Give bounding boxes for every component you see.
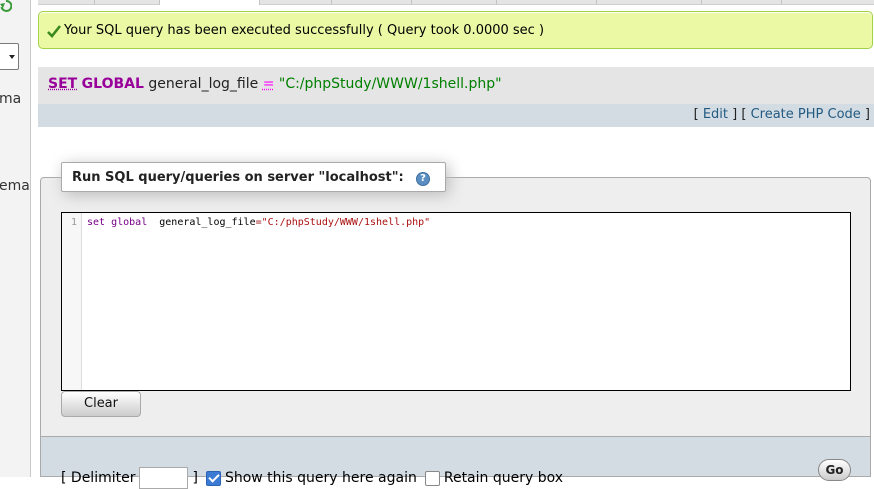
- code-string: "C:/phpStudy/WWW/1shell.php": [261, 217, 431, 228]
- delimiter-input[interactable]: [139, 467, 189, 489]
- delimiter-label: [ Delimiter: [61, 470, 136, 486]
- executed-sql: SET GLOBAL general_log_file = "C:/phpStu…: [38, 67, 874, 104]
- top-tab-strip: [38, 0, 874, 5]
- sql-actions-bar: [ Edit ] [ Create PHP Code ]: [38, 104, 874, 127]
- code-line[interactable]: set global general_log_file="C:/phpStudy…: [87, 217, 430, 228]
- sql-operator[interactable]: =: [263, 76, 275, 92]
- tab[interactable]: [38, 0, 95, 5]
- reload-icon[interactable]: [0, 0, 12, 12]
- help-icon[interactable]: ?: [416, 172, 430, 186]
- database-select[interactable]: [0, 43, 19, 70]
- line-number-gutter: 1: [62, 213, 82, 390]
- bracket: [: [693, 107, 699, 122]
- navigation-panel: ma ema: [0, 0, 31, 477]
- success-message: Your SQL query has been executed success…: [38, 11, 873, 49]
- tab[interactable]: [260, 0, 332, 5]
- nav-item-text[interactable]: ema: [0, 178, 30, 194]
- clear-button[interactable]: Clear: [61, 391, 141, 417]
- create-php-code-link[interactable]: Create PHP Code: [751, 107, 861, 122]
- options-row: [ Delimiter] Show this query here again Re…: [61, 467, 563, 489]
- tab-active[interactable]: [160, 0, 260, 5]
- tab[interactable]: [412, 0, 497, 5]
- query-options-bar: [ Delimiter] Show this query here again Re…: [40, 436, 871, 489]
- tab[interactable]: [702, 0, 782, 5]
- go-button[interactable]: Go: [818, 459, 851, 481]
- checkmark-icon: [47, 25, 62, 38]
- bracket: ]: [864, 107, 870, 122]
- query-panel-legend: Run SQL query/queries on server "localho…: [61, 162, 446, 192]
- edit-link[interactable]: Edit: [703, 107, 728, 122]
- chevron-down-icon: [9, 55, 15, 59]
- nav-item-text[interactable]: ma: [0, 91, 21, 107]
- retain-query-box-checkbox[interactable]: [424, 470, 440, 486]
- legend-text: Run SQL query/queries on server "localho…: [72, 170, 404, 185]
- show-again-checkbox[interactable]: [205, 470, 221, 486]
- line-number: 1: [70, 217, 77, 228]
- retain-label[interactable]: Retain query box: [444, 470, 563, 486]
- tab[interactable]: [597, 0, 702, 5]
- tab[interactable]: [95, 0, 160, 5]
- code-keyword: global: [111, 217, 148, 228]
- sql-identifier: general_log_file: [148, 76, 259, 92]
- bracket: ] [: [732, 107, 747, 122]
- sql-keyword-global: GLOBAL: [81, 76, 144, 92]
- success-text: Your SQL query has been executed success…: [64, 23, 545, 38]
- tab[interactable]: [332, 0, 412, 5]
- bracket: ]: [192, 470, 198, 486]
- code-keyword: set: [87, 217, 106, 228]
- show-again-label[interactable]: Show this query here again: [225, 470, 417, 486]
- sql-keyword-set[interactable]: SET: [48, 76, 77, 92]
- sql-string-value: "C:/phpStudy/WWW/1shell.php": [278, 76, 502, 92]
- tab[interactable]: [497, 0, 597, 5]
- sql-editor[interactable]: 1 set global general_log_file="C:/phpStu…: [61, 212, 851, 391]
- code-identifier: general_log_file: [159, 217, 256, 228]
